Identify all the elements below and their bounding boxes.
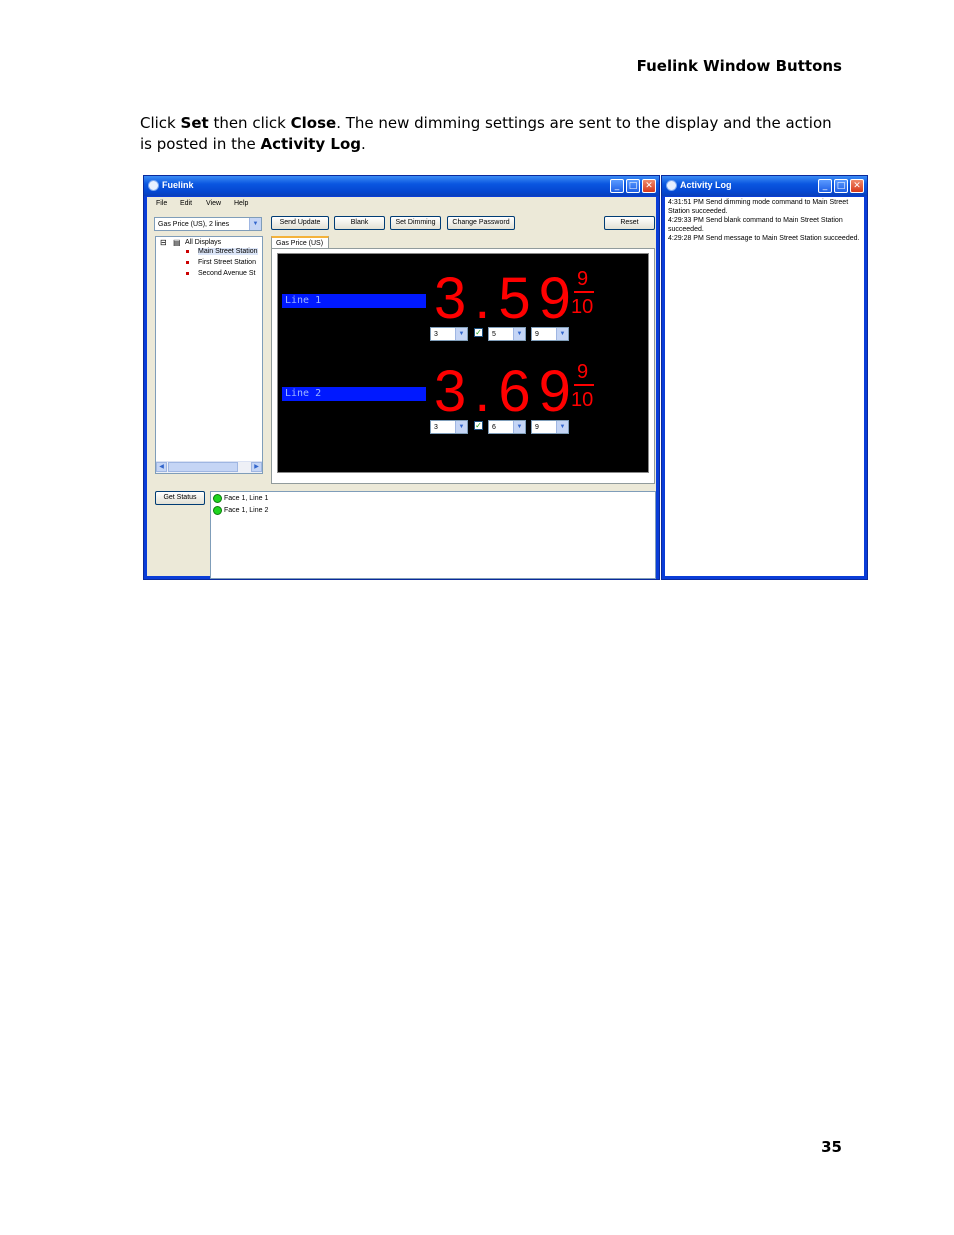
tree-item-second-avenue[interactable]: Second Avenue St xyxy=(198,270,255,277)
close-icon[interactable]: ✕ xyxy=(642,179,656,193)
line1-fraction-bar xyxy=(574,291,594,293)
maximize-icon[interactable]: □ xyxy=(626,179,640,193)
text: Click xyxy=(140,114,181,132)
activity-log-list: 4:31:51 PM Send dimming mode command to … xyxy=(665,197,864,576)
dropdown-value: Gas Price (US), 2 lines xyxy=(158,221,230,228)
menu-edit[interactable]: Edit xyxy=(180,200,192,207)
activity-log-app-icon xyxy=(666,180,677,191)
status-ok-icon xyxy=(213,506,222,515)
activity-log-term: Activity Log xyxy=(260,135,362,153)
chevron-down-icon[interactable]: ▼ xyxy=(556,421,568,433)
fuelink-window: Fuelink _ □ ✕ File Edit View Help Gas Pr… xyxy=(143,175,660,580)
menu-bar: File Edit View Help xyxy=(147,197,656,211)
minimize-icon[interactable]: _ xyxy=(818,179,832,193)
activity-log-window: Activity Log _ □ ✕ 4:31:51 PM Send dimmi… xyxy=(661,175,868,580)
line1-fraction-numerator: 9 xyxy=(577,268,589,290)
line1-fraction-denominator: 10 xyxy=(571,296,594,318)
menu-help[interactable]: Help xyxy=(234,200,248,207)
log-entry: 4:29:28 PM Send message to Main Street S… xyxy=(668,235,860,242)
instruction-paragraph: Click Set then click Close. The new dimm… xyxy=(140,113,840,155)
station-icon xyxy=(186,250,189,253)
log-entry: 4:31:51 PM Send dimming mode command to … xyxy=(668,199,849,215)
sign-preview: Line 1 3.59 9 10 3 ▼ ✓ 5 ▼ 9 ▼ Line 2 3.… xyxy=(277,253,649,473)
line2-price: 3.69 xyxy=(434,359,579,424)
line2-digit2-select[interactable]: 6 ▼ xyxy=(488,420,526,434)
tree-scrollbar[interactable]: ◀ ▶ xyxy=(156,461,262,473)
line1-price: 3.59 xyxy=(434,266,579,331)
text: . xyxy=(361,135,366,153)
fuelink-client: File Edit View Help Gas Price (US), 2 li… xyxy=(147,197,656,579)
chevron-down-icon[interactable]: ▼ xyxy=(556,328,568,340)
station-icon xyxy=(186,261,189,264)
log-entry: 4:29:33 PM Send blank command to Main St… xyxy=(668,217,843,233)
blank-button[interactable]: Blank xyxy=(334,216,385,230)
display-type-dropdown[interactable]: Gas Price (US), 2 lines ▼ xyxy=(154,217,262,231)
text: then click xyxy=(208,114,291,132)
fuelink-titlebar[interactable]: Fuelink _ □ ✕ xyxy=(144,176,659,196)
fuelink-app-icon xyxy=(148,180,159,191)
tree-item-first-street[interactable]: First Street Station xyxy=(198,259,256,266)
set-dimming-button[interactable]: Set Dimming xyxy=(390,216,441,230)
set-term: Set xyxy=(180,114,209,132)
line1-label: Line 1 xyxy=(282,294,426,308)
close-term: Close xyxy=(290,114,337,132)
chevron-down-icon[interactable]: ▼ xyxy=(249,218,261,230)
scroll-right-icon[interactable]: ▶ xyxy=(251,462,262,472)
line2-fraction-numerator: 9 xyxy=(577,361,589,383)
chevron-down-icon[interactable]: ▼ xyxy=(455,328,467,340)
display-tree: ⊟ ▤ All Displays Main Street Station Fir… xyxy=(155,236,263,474)
select-value: 9 xyxy=(535,424,539,431)
status-item: Face 1, Line 1 xyxy=(224,495,269,502)
line2-label: Line 2 xyxy=(282,387,426,401)
line2-digit3-select[interactable]: 9 ▼ xyxy=(531,420,569,434)
maximize-icon[interactable]: □ xyxy=(834,179,848,193)
line2-fraction-denominator: 10 xyxy=(571,389,594,411)
select-value: 5 xyxy=(492,331,496,338)
status-ok-icon xyxy=(213,494,222,503)
minimize-icon[interactable]: _ xyxy=(610,179,624,193)
tree-item-main-street[interactable]: Main Street Station xyxy=(198,248,258,255)
window-title: Activity Log xyxy=(680,180,732,190)
line1-digit3-select[interactable]: 9 ▼ xyxy=(531,327,569,341)
scroll-left-icon[interactable]: ◀ xyxy=(156,462,167,472)
status-list: Face 1, Line 1 Face 1, Line 2 xyxy=(210,491,656,579)
activity-log-client: 4:31:51 PM Send dimming mode command to … xyxy=(665,197,864,576)
close-icon[interactable]: ✕ xyxy=(850,179,864,193)
line1-digit2-select[interactable]: 5 ▼ xyxy=(488,327,526,341)
line1-digit1-select[interactable]: 3 ▼ xyxy=(430,327,468,341)
menu-file[interactable]: File xyxy=(156,200,167,207)
line2-checkbox[interactable]: ✓ xyxy=(474,421,483,430)
chevron-down-icon[interactable]: ▼ xyxy=(455,421,467,433)
line1-checkbox[interactable]: ✓ xyxy=(474,328,483,337)
status-item: Face 1, Line 2 xyxy=(224,507,269,514)
station-icon xyxy=(186,272,189,275)
send-update-button[interactable]: Send Update xyxy=(271,216,329,230)
get-status-button[interactable]: Get Status xyxy=(155,491,205,505)
reset-button[interactable]: Reset xyxy=(604,216,655,230)
activity-log-titlebar[interactable]: Activity Log _ □ ✕ xyxy=(662,176,867,196)
tab-label: Gas Price (US) xyxy=(276,240,324,247)
select-value: 6 xyxy=(492,424,496,431)
line2-digit1-select[interactable]: 3 ▼ xyxy=(430,420,468,434)
select-value: 3 xyxy=(434,331,438,338)
window-title: Fuelink xyxy=(162,180,194,190)
tree-root[interactable]: All Displays xyxy=(185,239,221,246)
menu-view[interactable]: View xyxy=(206,200,221,207)
section-header: Fuelink Window Buttons xyxy=(636,57,842,75)
displays-icon: ▤ xyxy=(173,238,181,247)
collapse-icon[interactable]: ⊟ xyxy=(160,238,167,247)
page-number: 35 xyxy=(821,1138,842,1156)
change-password-button[interactable]: Change Password xyxy=(447,216,515,230)
select-value: 9 xyxy=(535,331,539,338)
scroll-thumb[interactable] xyxy=(168,462,238,472)
line2-fraction-bar xyxy=(574,384,594,386)
chevron-down-icon[interactable]: ▼ xyxy=(513,421,525,433)
select-value: 3 xyxy=(434,424,438,431)
chevron-down-icon[interactable]: ▼ xyxy=(513,328,525,340)
